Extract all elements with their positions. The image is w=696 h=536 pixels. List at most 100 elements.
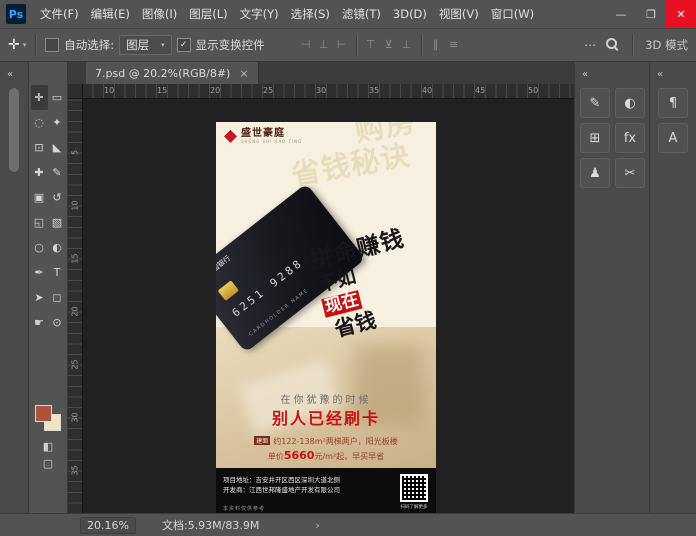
type-tool[interactable]: T [49,260,66,285]
canvas[interactable]: 101520253035404550 510152025303540 盛世豪庭 … [68,84,575,514]
marquee-tool[interactable]: ▭ [49,85,66,110]
quick-selection-tool[interactable]: ✦ [49,110,66,135]
ruler-number: 5 [71,146,80,160]
shape-tool[interactable]: ◻ [49,285,66,310]
eyedropper-tool[interactable]: ◣ [49,135,66,160]
close-button[interactable]: ✕ [666,0,696,28]
brush-settings-panel-icon[interactable]: ✎ [580,88,610,118]
clone-stamp-tool[interactable]: ▣ [31,185,48,210]
zoom-level-field[interactable]: 20.16% [80,517,136,534]
libraries-panel-icon[interactable]: ♟ [580,158,610,188]
gradient-tool[interactable]: ▧ [49,210,66,235]
menu-item[interactable]: 滤镜(T) [336,0,387,28]
dodge-tool[interactable]: ◐ [49,235,66,260]
ruler-vertical: 510152025303540 [68,98,83,514]
ruler-number: 25 [71,358,80,372]
styles-panel-icon[interactable]: fx [615,123,645,153]
collapse-dock-b-icon[interactable]: « [650,64,663,80]
document-tab-title: 7.psd @ 20.2%(RGB/8#) [95,67,230,80]
separator [356,34,357,56]
menu-item[interactable]: 选择(S) [285,0,336,28]
poster-document: 盛世豪庭 SHENG SHI HAO TING 购房 省钱秘诀 中国银行 625… [216,122,436,514]
adjustments-panel-icon[interactable]: ◐ [615,88,645,118]
document-tab-bar: 7.psd @ 20.2%(RGB/8#) × [68,62,575,85]
restore-button[interactable]: ❐ [636,0,666,28]
left-dock-strip: « [0,62,29,514]
qr-code [400,474,428,502]
quick-mask-icon[interactable]: ◧ [43,441,53,452]
ruler-horizontal: 101520253035404550 [82,84,575,99]
menu-bar: Ps 文件(F)编辑(E)图像(I)图层(L)文字(Y)选择(S)滤镜(T)3D… [0,0,696,29]
align-top-edges-icon[interactable]: ⊤ [363,37,379,53]
crop-tool[interactable]: ⊡ [31,135,48,160]
align-horizontal-centers-icon[interactable]: ⊥ [316,37,332,53]
brush-tool[interactable]: ✎ [49,160,66,185]
move-tool-icon: ✛ [8,37,20,53]
auto-select-label: 自动选择: [64,37,114,53]
menu-item[interactable]: 编辑(E) [85,0,136,28]
document-tab[interactable]: 7.psd @ 20.2%(RGB/8#) × [86,62,259,84]
screen-mode-icon[interactable]: ▢ [43,458,53,469]
move-tool[interactable]: ✛ [31,85,48,110]
foreground-swatch[interactable] [35,405,52,422]
photoshop-logo-icon: Ps [6,4,26,24]
slogan-block: 拼命赚钱 不如 现在 省钱 [308,228,424,342]
tool-extras: ◧▢ [29,441,67,469]
project-address: 项目地址：吉安井开区西区深圳大道北侧 [223,475,430,485]
menu-item[interactable]: 图像(I) [136,0,183,28]
hand-tool[interactable]: ☛ [31,310,48,335]
align-vertical-centers-icon[interactable]: ⊻ [381,37,397,53]
auto-select-target-dropdown[interactable]: 图层 ▾ [119,35,172,55]
status-chevron-icon[interactable]: › [315,519,319,532]
tool-preset-picker[interactable]: ✛ ▾ [8,37,26,53]
ruler-number: 35 [71,464,80,478]
eraser-tool[interactable]: ◱ [31,210,48,235]
brand-name: 盛世豪庭 [241,129,302,140]
overflow-dots-icon[interactable]: ⋯ [584,38,597,52]
collapse-left-dock-icon[interactable]: « [0,64,13,80]
paragraph-panel-icon[interactable]: ¶ [658,88,688,118]
menu-items: 文件(F)编辑(E)图像(I)图层(L)文字(Y)选择(S)滤镜(T)3D(D)… [34,0,540,28]
align-bottom-edges-icon[interactable]: ⊥ [399,37,415,53]
ruler-number: 35 [369,86,379,95]
blur-tool[interactable]: ○ [31,235,48,260]
caret-down-icon: ▾ [23,41,27,49]
search-icon[interactable] [605,37,620,52]
area-info-line: 建面约122-138m²两梯两户，阳光板楼 [216,436,436,447]
ruler-number: 20 [210,86,220,95]
clone-source-panel-icon[interactable]: ⊞ [580,123,610,153]
align-left-edges-icon[interactable]: ⊣ [298,37,314,53]
healing-brush-tool[interactable]: ✚ [31,160,48,185]
separator [421,34,422,56]
zoom-tool[interactable]: ⊙ [49,310,66,335]
menu-item[interactable]: 视图(V) [433,0,485,28]
history-brush-tool[interactable]: ↺ [49,185,66,210]
distribute-vertical-icon[interactable]: ≡ [446,37,462,53]
tools-panel: ✛▭◌✦⊡◣✚✎▣↺◱▧○◐✒T➤◻☛⊙ ◧▢ [29,62,68,514]
separator [35,34,36,56]
dock-group-a: ✎◐⊞fx♟✂ [575,84,650,188]
collapse-dock-a-icon[interactable]: « [575,64,588,80]
slices-panel-icon[interactable]: ✂ [615,158,645,188]
menu-item[interactable]: 文件(F) [34,0,85,28]
area-tag: 建面 [254,436,270,445]
minimize-button[interactable]: — [606,0,636,28]
auto-select-checkbox[interactable] [45,38,59,52]
menu-item[interactable]: 3D(D) [387,0,433,28]
show-transform-checkbox[interactable]: ✓ [177,38,191,52]
menu-item[interactable]: 窗口(W) [485,0,540,28]
ruler-number: 15 [157,86,167,95]
path-selection-tool[interactable]: ➤ [31,285,48,310]
lasso-tool[interactable]: ◌ [31,110,48,135]
dock-divider [9,88,19,172]
align-right-edges-icon[interactable]: ⊢ [334,37,350,53]
distribute-horizontal-icon[interactable]: ∥ [428,37,444,53]
auto-select-target-value: 图层 [126,37,149,53]
poster-footer: 项目地址：吉安井开区西区深圳大道北侧 开发商：江西世邦隆盛地产开发有限公司 本资… [216,468,436,514]
menu-item[interactable]: 文字(Y) [234,0,285,28]
document-area: 7.psd @ 20.2%(RGB/8#) × 1015202530354045… [68,62,575,514]
tab-close-icon[interactable]: × [239,67,248,80]
menu-item[interactable]: 图层(L) [183,0,233,28]
character-panel-icon[interactable]: A [658,123,688,153]
pen-tool[interactable]: ✒ [31,260,48,285]
